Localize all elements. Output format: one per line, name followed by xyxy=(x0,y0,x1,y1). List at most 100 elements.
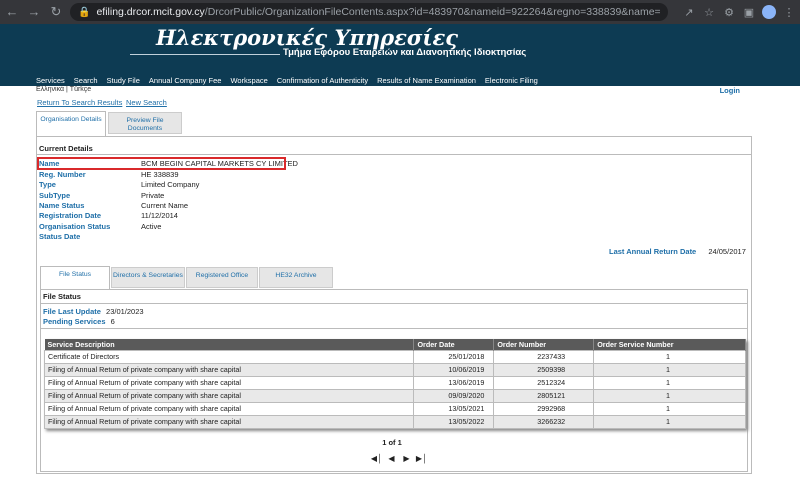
cell-order-date: 10/06/2019 xyxy=(413,362,495,377)
login-link[interactable]: Login xyxy=(720,86,740,95)
table-row: Filing of Annual Return of private compa… xyxy=(43,414,746,429)
cell-description: Filing of Annual Return of private compa… xyxy=(43,388,415,403)
first-page-icon[interactable]: ◀│ xyxy=(369,454,384,463)
col-order-number[interactable]: Order Number xyxy=(493,339,595,350)
cell-order-date: 09/09/2020 xyxy=(413,388,495,403)
forward-arrow-icon[interactable]: → xyxy=(26,4,42,20)
detail-value: Current Name xyxy=(141,201,189,210)
file-last-update-label: File Last Update xyxy=(43,307,101,316)
table-row: Filing of Annual Return of private compa… xyxy=(43,362,746,377)
search-links: Return To Search Results New Search xyxy=(0,96,800,110)
menu-services[interactable]: Services xyxy=(36,76,65,85)
detail-value: Limited Company xyxy=(141,180,200,189)
col-service-description[interactable]: Service Description xyxy=(44,339,415,350)
divider xyxy=(41,303,747,304)
url-host: efiling.drcor.mcit.gov.cy xyxy=(96,6,205,18)
pending-services-value: 6 xyxy=(110,317,115,326)
cell-order-number: 3266232 xyxy=(493,414,595,429)
col-order-date[interactable]: Order Date xyxy=(413,339,495,350)
cell-order-date: 13/05/2022 xyxy=(413,414,495,429)
prev-page-icon[interactable]: ◀ xyxy=(384,454,399,463)
divider xyxy=(37,154,751,155)
cell-order-number: 2512324 xyxy=(493,375,595,390)
sidebar-icon[interactable]: ▣ xyxy=(742,6,756,19)
last-page-icon[interactable]: ▶│ xyxy=(414,454,429,463)
detail-label: Type xyxy=(39,180,56,189)
cell-order-number: 2992968 xyxy=(493,401,595,416)
tab-directors-secretaries[interactable]: Directors & Secretaries xyxy=(111,267,185,288)
cell-order-number: 2805121 xyxy=(493,388,595,403)
profile-avatar[interactable] xyxy=(762,5,776,19)
cell-order-service-number: 1 xyxy=(593,401,746,416)
menu-electronic-filing[interactable]: Electronic Filing xyxy=(485,76,538,85)
last-annual-return: Last Annual Return Date 24/05/2017 xyxy=(609,247,746,256)
detail-value: 11/12/2014 xyxy=(141,211,178,220)
tab-registered-office-label: Registered Office xyxy=(195,272,249,279)
menu-workspace[interactable]: Workspace xyxy=(230,76,267,85)
tab-organisation-details[interactable]: Organisation Details xyxy=(36,111,106,137)
next-page-icon[interactable]: ▶ xyxy=(399,454,414,463)
tab-preview-label-2: Documents xyxy=(127,125,163,132)
cell-order-number: 2237433 xyxy=(493,349,595,364)
menu-annual-company-fee[interactable]: Annual Company Fee xyxy=(149,76,222,85)
extensions-icon[interactable]: ⚙ xyxy=(722,6,736,19)
site-banner: Ηλεκτρονικές Υπηρεσίες Τμήμα Εφόρου Εται… xyxy=(0,24,800,74)
detail-label: Status Date xyxy=(39,232,81,241)
menu-name-examination[interactable]: Results of Name Examination xyxy=(377,76,476,85)
cell-order-date: 13/06/2019 xyxy=(413,375,495,390)
return-to-search-link[interactable]: Return To Search Results xyxy=(37,98,122,107)
detail-label: SubType xyxy=(39,191,71,200)
tab-registered-office[interactable]: Registered Office xyxy=(186,267,258,288)
bookmark-star-icon[interactable]: ☆ xyxy=(702,6,716,19)
site-subtitle: Τμήμα Εφόρου Εταιρειών και Διανοητικής Ι… xyxy=(283,47,527,58)
tab-organisation-details-label: Organisation Details xyxy=(40,116,102,123)
cell-order-service-number: 1 xyxy=(593,375,746,390)
tab-file-status-label: File Status xyxy=(58,271,92,278)
services-table: Service Description Order Date Order Num… xyxy=(43,339,746,429)
language-switch[interactable]: Ελληνικά | Türkçe xyxy=(36,86,91,93)
table-row: Filing of Annual Return of private compa… xyxy=(43,388,746,403)
col-order-service-number[interactable]: Order Service Number xyxy=(593,339,746,350)
current-details-title: Current Details xyxy=(39,144,93,153)
tab-he32-archive[interactable]: HE32 Archive xyxy=(259,267,333,288)
cell-description: Filing of Annual Return of private compa… xyxy=(43,414,415,429)
menu-study-file[interactable]: Study File xyxy=(107,76,140,85)
lock-icon: 🔒 xyxy=(78,6,91,18)
detail-value: HE 338839 xyxy=(141,170,179,179)
detail-label: Reg. Number xyxy=(39,170,86,179)
tab-file-status[interactable]: File Status xyxy=(40,266,110,290)
cell-order-number: 2509398 xyxy=(493,362,595,377)
new-search-link[interactable]: New Search xyxy=(126,98,167,107)
table-header-row: Service Description Order Date Order Num… xyxy=(44,339,746,350)
detail-label: Organisation Status xyxy=(39,222,111,231)
browser-toolbar: ← → ↻ 🔒 efiling.drcor.mcit.gov.cy /Drcor… xyxy=(0,0,800,24)
last-annual-return-value: 24/05/2017 xyxy=(708,247,746,256)
more-menu-icon[interactable]: ⋮ xyxy=(782,6,796,19)
last-annual-return-label: Last Annual Return Date xyxy=(609,247,697,256)
pending-services-label: Pending Services xyxy=(43,317,106,326)
pager-nav: ◀│ ◀ ▶ ▶│ xyxy=(369,454,429,463)
back-arrow-icon[interactable]: ← xyxy=(4,4,20,20)
tab-he32-label: HE32 Archive xyxy=(275,272,317,279)
cell-order-service-number: 1 xyxy=(593,349,746,364)
url-path: /DrcorPublic/OrganizationFileContents.as… xyxy=(204,6,660,18)
cell-description: Filing of Annual Return of private compa… xyxy=(43,362,415,377)
address-bar[interactable]: 🔒 efiling.drcor.mcit.gov.cy /DrcorPublic… xyxy=(70,3,668,21)
pending-services: Pending Services 6 xyxy=(43,317,115,326)
table-row: Certificate of Directors 25/01/2018 2237… xyxy=(43,349,746,364)
cell-description: Filing of Annual Return of private compa… xyxy=(43,375,415,390)
cell-order-service-number: 1 xyxy=(593,388,746,403)
menu-confirmation-authenticity[interactable]: Confirmation of Authenticity xyxy=(277,76,368,85)
share-icon[interactable]: ↗ xyxy=(682,6,696,19)
menu-search[interactable]: Search xyxy=(74,76,98,85)
divider xyxy=(41,328,747,329)
pager-text: 1 of 1 xyxy=(382,438,402,447)
organisation-panel: Current Details Name BCM BEGIN CAPITAL M… xyxy=(36,136,752,474)
cell-description: Certificate of Directors xyxy=(43,349,415,364)
table-row: Filing of Annual Return of private compa… xyxy=(43,375,746,390)
reload-icon[interactable]: ↻ xyxy=(48,4,64,20)
tab-preview-file-documents[interactable]: Preview File Documents xyxy=(108,112,182,134)
detail-value: Private xyxy=(141,191,165,200)
cell-order-service-number: 1 xyxy=(593,414,746,429)
detail-label: Registration Date xyxy=(39,211,102,220)
